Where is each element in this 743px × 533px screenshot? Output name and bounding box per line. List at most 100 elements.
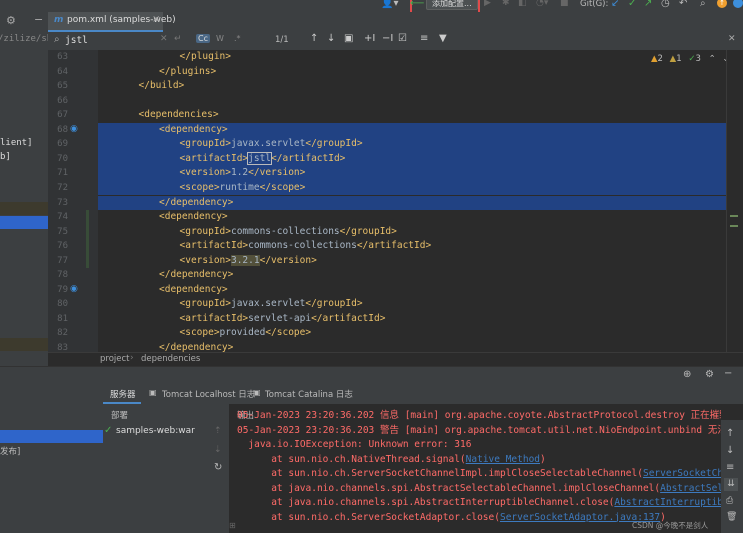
services-row-selected[interactable] [0,430,103,443]
scroll-up-icon[interactable]: ↑ [726,428,734,439]
git-commit-icon[interactable]: ✓ [628,0,636,9]
add-occurrence-icon[interactable]: +I [364,33,375,44]
gear-icon[interactable]: ⚙ [6,14,16,27]
scroll-to-end-icon[interactable]: ⇊ [724,478,738,491]
code-line[interactable]: <dependency> [159,283,228,298]
git-rollback-icon[interactable]: ↶ [679,0,687,9]
print-icon[interactable]: ⎙ [726,496,733,506]
deploy-down-icon[interactable]: ⇣ [214,445,222,455]
settings-gear-icon[interactable]: ⚙ [705,369,714,380]
services-row-label[interactable]: 发布] [0,445,20,457]
code-line[interactable]: <scope>provided</scope> [180,326,312,341]
code-line[interactable]: <version>3.2.1</version> [180,254,317,269]
code-line[interactable]: <dependency> [159,123,228,138]
user-icon[interactable]: 👤▾ [381,0,398,9]
git-update-icon[interactable]: ↙ [611,0,619,9]
filter-icon[interactable]: ▼ [439,33,447,44]
code-line[interactable]: <artifactId>servlet-api</artifactId> [180,312,386,327]
line-number: 69 [57,139,68,150]
previous-highlight-icon[interactable]: ⌃ [709,54,716,64]
gutter-run-icon[interactable]: ◉ [70,124,78,134]
minimize-icon[interactable]: − [34,13,43,26]
search-everywhere-icon[interactable]: ⌕ [700,0,706,9]
file-tab-pom[interactable]: m pom.xml (samples-web) × [48,12,176,32]
code-line[interactable]: <dependency> [159,210,228,225]
code-line[interactable]: </plugin> [180,50,231,65]
source-link[interactable]: ServerSocketChannelI [643,468,721,479]
project-item-1[interactable]: lient] [0,138,33,148]
code-line[interactable]: <version>1.2</version> [180,166,306,181]
filter-search-results-icon[interactable]: ≡ [420,33,428,44]
close-find-icon[interactable]: ✕ [728,34,736,44]
debug-icon[interactable]: ✱ [502,0,510,8]
target-icon[interactable]: ⊕ [683,369,691,380]
tab-tomcat-localhost-log[interactable]: ▣ Tomcat Localhost 日志 [146,384,255,404]
code-line[interactable]: <artifactId>commons-collections</artifac… [180,239,432,254]
previous-occurrence-icon[interactable]: ↑ [310,33,318,44]
code-line[interactable]: <groupId>commons-collections</groupId> [180,225,397,240]
tab-server[interactable]: 服务器 [103,384,141,404]
collapse-icon[interactable]: ⊞ [229,521,236,530]
breadcrumb-item-project[interactable]: project [100,354,130,364]
git-push-icon[interactable]: ↗ [644,0,652,9]
select-occurrences-icon[interactable]: ☑ [398,33,407,44]
code-line[interactable]: <groupId>javax.servlet</groupId> [180,297,363,312]
code-line[interactable]: </dependency> [159,341,233,352]
next-occurrence-icon[interactable]: ↓ [327,33,335,44]
source-link[interactable]: Native Method [466,454,540,465]
xml-text: 3.2.1 [230,254,260,266]
source-link[interactable]: AbstractSelectab [660,483,721,494]
console-output[interactable]: 输出 05-Jan-2023 23:20:36.202 信息 [main] or… [229,404,721,533]
code-line[interactable]: </dependency> [159,196,233,211]
tab-tomcat-catalina-log[interactable]: ▣ Tomcat Catalina 日志 [250,384,353,404]
add-configuration-button[interactable]: 添加配置... [426,0,478,10]
editor-scrollbar[interactable] [726,50,743,352]
whole-word-button[interactable]: W [216,34,224,43]
code-line[interactable]: <groupId>javax.servlet</groupId> [180,137,363,152]
project-row-highlight[interactable] [0,202,48,215]
stop-icon[interactable]: ■ [560,0,569,8]
plugin-icon[interactable] [733,0,743,8]
console-line: at sun.nio.ch.ServerSocketAdaptor.close(… [271,511,666,526]
inspection-widget[interactable]: ▲2 ▲1 ✓3 ⌃ ⌄ [651,54,726,64]
code-line[interactable]: </plugins> [159,65,216,80]
remove-occurrence-icon[interactable]: −I [382,33,393,44]
source-link[interactable]: AbstractInterruptibleChan [614,497,721,508]
code-editor[interactable]: ▲2 ▲1 ✓3 ⌃ ⌄ </plugin> </plugins> </build>… [98,50,726,352]
code-line[interactable]: <artifactId>jstl</artifactId> [180,151,345,167]
project-item-2[interactable]: b] [0,152,11,162]
update-icon[interactable]: ↑ [717,0,727,8]
refresh-icon[interactable]: ↻ [214,462,222,473]
soft-wrap-icon[interactable]: ≡ [726,462,734,473]
code-line[interactable]: </dependency> [159,268,233,283]
project-row-selected[interactable] [0,216,48,229]
regex-button[interactable]: .* [234,34,241,43]
xml-text: javax.servlet [230,298,306,310]
vcs-change-marker[interactable] [86,210,89,269]
run-icon[interactable]: ▶ [484,0,491,8]
stack-frame-text: at sun.nio.ch.ServerSocketAdaptor.close( [271,511,500,523]
scroll-down-icon[interactable]: ↓ [726,445,734,456]
hide-panel-icon[interactable]: − [724,368,732,379]
xml-tag: <dependency> [159,211,228,223]
coverage-icon[interactable]: ◧ [518,0,527,8]
select-all-occurrences-icon[interactable]: ▣ [344,33,353,44]
project-row-highlight[interactable] [0,338,48,351]
code-line[interactable]: <dependencies> [139,108,219,123]
git-history-icon[interactable]: ◷ [661,0,670,9]
back-arrow-icon[interactable]: ⟵ [410,0,424,9]
breadcrumb-item-dependencies[interactable]: dependencies [141,354,200,364]
close-icon[interactable]: × [152,14,160,25]
match-case-button[interactable]: Cc [196,34,210,43]
clear-search-icon[interactable]: ✕ [160,34,168,44]
profile-icon[interactable]: ◔▾ [536,0,548,8]
gutter-run-icon[interactable]: ◉ [70,284,78,294]
code-line[interactable]: <scope>runtime</scope> [180,181,306,196]
trash-icon[interactable]: 🗑 [726,512,737,522]
deploy-up-icon[interactable]: ⇡ [214,426,222,436]
line-number: 64 [57,66,68,77]
search-input[interactable] [65,33,205,47]
deployment-item[interactable]: samples-web:war [116,426,195,436]
code-line[interactable]: </build> [139,79,185,94]
new-line-icon[interactable]: ↵ [174,34,182,44]
